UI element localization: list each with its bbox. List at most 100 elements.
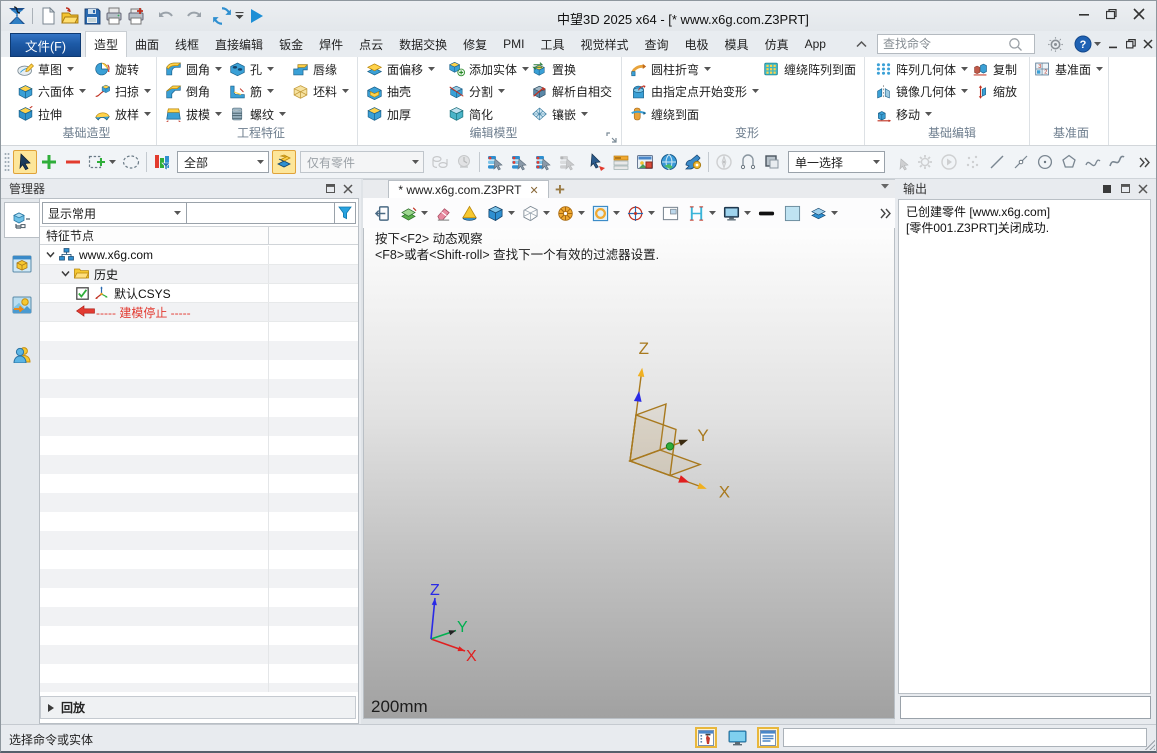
- doc-restore-icon[interactable]: [1122, 35, 1139, 53]
- menu-tab-PMI[interactable]: PMI: [495, 31, 532, 57]
- wireframe-cube-icon[interactable]: [519, 201, 541, 225]
- document-tab-close-icon[interactable]: ✕: [529, 184, 538, 197]
- measure-tool-icon[interactable]: [428, 150, 452, 174]
- status-log-toggle[interactable]: [757, 727, 779, 748]
- manager-tab-visual-image[interactable]: [4, 287, 39, 323]
- background-color-icon[interactable]: [781, 201, 803, 225]
- start-icon[interactable]: [245, 5, 267, 27]
- ribbon-button[interactable]: 扫掠: [94, 81, 157, 104]
- qat-customize-icon[interactable]: [233, 5, 245, 27]
- redo-icon[interactable]: [183, 5, 205, 27]
- curve-tool-icon[interactable]: [1105, 150, 1129, 174]
- tree-node[interactable]: www.x6g.com: [40, 246, 358, 265]
- filter-list-icon[interactable]: [150, 150, 174, 174]
- image-capture-icon[interactable]: [633, 150, 657, 174]
- print-icon[interactable]: [103, 5, 125, 27]
- eraser-icon[interactable]: [432, 201, 454, 225]
- ribbon-button[interactable]: 倒角: [165, 81, 229, 104]
- manager-close-icon[interactable]: [339, 181, 357, 196]
- ribbon-button[interactable]: 镶嵌: [531, 103, 619, 126]
- resize-grip[interactable]: [1145, 740, 1155, 750]
- ribbon-button[interactable]: 放样: [94, 103, 157, 126]
- minimize-button[interactable]: [1071, 3, 1098, 25]
- ribbon-button[interactable]: 解析自相交: [531, 81, 619, 104]
- ribbon-button[interactable]: 缠绕到面: [630, 103, 763, 126]
- replay-section-header[interactable]: 回放: [40, 696, 356, 719]
- point-cloud-icon[interactable]: [961, 150, 985, 174]
- close-button[interactable]: [1125, 3, 1152, 25]
- pick-cursor-icon[interactable]: [889, 150, 913, 174]
- tool-settings-icon[interactable]: [681, 150, 705, 174]
- menu-tab-造型[interactable]: 造型: [85, 31, 127, 57]
- ribbon-button[interactable]: 唇缘: [292, 58, 356, 81]
- ribbon-button[interactable]: 螺纹: [229, 103, 292, 126]
- undo-icon[interactable]: [155, 5, 177, 27]
- ribbon-button[interactable]: 圆柱折弯: [630, 58, 763, 81]
- manager-tab-user-person[interactable]: [4, 335, 39, 371]
- filter-entity-2-icon[interactable]: [507, 150, 531, 174]
- pick-last-icon[interactable]: [585, 150, 609, 174]
- menu-tab-直接编辑[interactable]: 直接编辑: [207, 31, 271, 57]
- menu-tab-模具[interactable]: 模具: [717, 31, 757, 57]
- pick-gear-icon[interactable]: [913, 150, 937, 174]
- menu-tab-修复[interactable]: 修复: [455, 31, 495, 57]
- ribbon-button[interactable]: 面偏移: [366, 58, 448, 81]
- ribbon-collapse-icon[interactable]: [851, 40, 871, 48]
- ring-frame-icon[interactable]: [589, 201, 611, 225]
- ribbon-button[interactable]: 拔模: [165, 103, 229, 126]
- output-close-icon[interactable]: [1134, 181, 1152, 196]
- new-file-icon[interactable]: [37, 5, 59, 27]
- ribbon-button[interactable]: 分割: [448, 81, 531, 104]
- layers-icon[interactable]: [807, 201, 829, 225]
- play-preview-icon[interactable]: [937, 150, 961, 174]
- cone-icon[interactable]: [458, 201, 480, 225]
- ribbon-button[interactable]: 阵列几何体: [875, 58, 972, 81]
- ribbon-button[interactable]: 镜像几何体: [875, 81, 972, 104]
- menu-tab-仿真[interactable]: 仿真: [757, 31, 797, 57]
- viewport-3d[interactable]: 按下<F2> 动态观察 <F8>或者<Shift-roll> 查找下一个有效的过…: [363, 228, 895, 719]
- exit-sketch-icon[interactable]: [371, 201, 393, 225]
- polygon-tool-icon[interactable]: [1057, 150, 1081, 174]
- document-tab[interactable]: * www.x6g.com.Z3PRT ✕: [388, 180, 549, 199]
- select-tool[interactable]: [13, 150, 37, 174]
- ribbon-button[interactable]: 移动: [875, 103, 972, 126]
- sub-window-icon[interactable]: [659, 201, 681, 225]
- ribbon-button[interactable]: 32基准面: [1034, 58, 1106, 81]
- tree-node[interactable]: ----- 建模停止 -----: [40, 303, 358, 322]
- compass-icon[interactable]: [712, 150, 736, 174]
- tab-list-dropdown-icon[interactable]: [881, 184, 889, 189]
- ribbon-button[interactable]: 缠绕阵列到面: [763, 58, 863, 81]
- da-overflow-icon[interactable]: [880, 208, 891, 219]
- ribbon-button[interactable]: 简化: [448, 103, 531, 126]
- settings-gear-icon[interactable]: [1047, 36, 1064, 53]
- line-tool-icon[interactable]: [985, 150, 1009, 174]
- ribbon-button[interactable]: 旋转: [94, 58, 157, 81]
- output-command-input[interactable]: [900, 696, 1151, 719]
- part-shape-toggle[interactable]: [272, 150, 296, 174]
- curve-handle-icon[interactable]: [736, 150, 760, 174]
- filter-entity-1-icon[interactable]: [483, 150, 507, 174]
- command-search-input[interactable]: [878, 37, 1008, 51]
- ribbon-button[interactable]: 抽壳: [366, 81, 448, 104]
- doc-minimize-icon[interactable]: [1105, 35, 1122, 53]
- pick-box-icon[interactable]: [85, 150, 109, 174]
- menu-tab-点云[interactable]: 点云: [351, 31, 391, 57]
- align-target-icon[interactable]: [624, 201, 646, 225]
- status-input-field[interactable]: [783, 728, 1147, 747]
- ribbon-button[interactable]: 圆角: [165, 58, 229, 81]
- menu-tab-曲面[interactable]: 曲面: [127, 31, 167, 57]
- remove-selection-icon[interactable]: [61, 150, 85, 174]
- menu-tab-App[interactable]: App: [797, 31, 834, 57]
- help-dropdown-icon[interactable]: [1094, 42, 1101, 47]
- file-menu-button[interactable]: 文件(F): [10, 33, 81, 57]
- menu-tab-线框[interactable]: 线框: [167, 31, 207, 57]
- tree-node[interactable]: 默认CSYS: [40, 284, 358, 303]
- selection-mode-dropdown[interactable]: 单一选择: [788, 151, 885, 173]
- doc-close-icon[interactable]: [1139, 35, 1156, 53]
- chevron-down-icon[interactable]: [109, 160, 116, 165]
- shaded-cube-icon[interactable]: [484, 201, 506, 225]
- spline-tool-icon[interactable]: [1081, 150, 1105, 174]
- manager-restore-icon[interactable]: [321, 181, 339, 196]
- polyline-tool-icon[interactable]: [1009, 150, 1033, 174]
- restore-button[interactable]: [1098, 3, 1125, 25]
